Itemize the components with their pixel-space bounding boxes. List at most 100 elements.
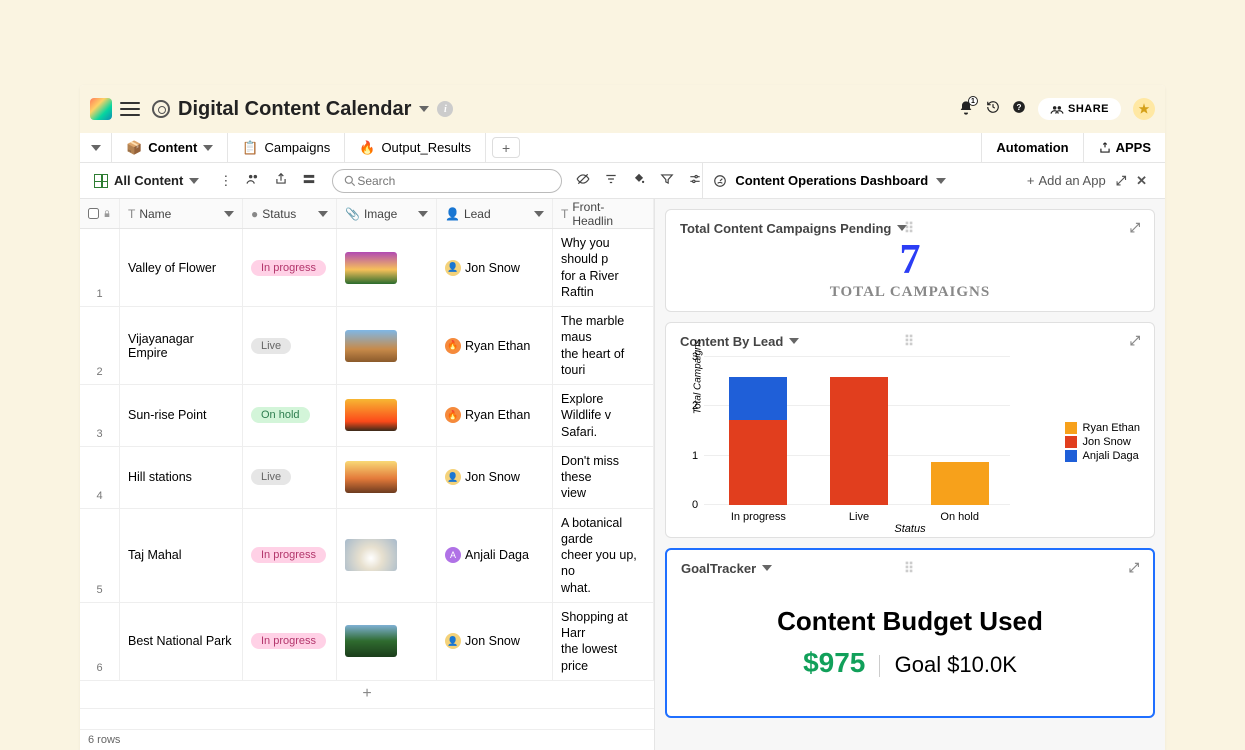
- cell-image[interactable]: [337, 385, 437, 446]
- history-icon[interactable]: [986, 100, 1000, 119]
- cell-name[interactable]: Hill stations: [120, 447, 243, 508]
- cell-headline[interactable]: Don't miss these view: [553, 447, 654, 508]
- cell-lead[interactable]: AAnjali Daga: [437, 509, 553, 602]
- cell-status[interactable]: In progress: [243, 509, 337, 602]
- dashboard-title: Content Operations Dashboard: [735, 173, 928, 188]
- cell-status[interactable]: Live: [243, 447, 337, 508]
- cell-name[interactable]: Taj Mahal: [120, 509, 243, 602]
- chevron-down-icon: [189, 178, 199, 184]
- cell-image[interactable]: [337, 307, 437, 384]
- add-tab-button[interactable]: +: [492, 137, 520, 158]
- drag-icon[interactable]: ⠿: [904, 333, 916, 350]
- total-campaigns-value: 7: [680, 236, 1140, 284]
- apps-button[interactable]: APPS: [1083, 133, 1165, 162]
- automation-button[interactable]: Automation: [981, 133, 1082, 162]
- search-box[interactable]: [332, 169, 562, 193]
- col-name[interactable]: TName: [120, 199, 243, 228]
- bell-icon[interactable]: 1: [958, 100, 974, 118]
- dashboard-panel: Total Content Campaigns Pending ⠿ ⤢ 7 TO…: [655, 199, 1165, 750]
- row-count: 6 rows: [80, 729, 654, 750]
- cell-lead[interactable]: 👤Jon Snow: [437, 603, 553, 680]
- goal-heading: Content Budget Used: [681, 606, 1139, 637]
- table-row[interactable]: 5 Taj Mahal In progress AAnjali Daga A b…: [80, 509, 654, 603]
- table-row[interactable]: 2 Vijayanagar Empire Live 🔥Ryan Ethan Th…: [80, 307, 654, 385]
- grid-icon: [94, 174, 108, 188]
- cell-headline[interactable]: A botanical garde cheer you up, no what.: [553, 509, 654, 602]
- cell-name[interactable]: Best National Park: [120, 603, 243, 680]
- cell-status[interactable]: Live: [243, 307, 337, 384]
- col-headline[interactable]: TFront-Headlin: [553, 199, 654, 228]
- cell-lead[interactable]: 🔥Ryan Ethan: [437, 307, 553, 384]
- drag-icon[interactable]: ⠿: [904, 560, 916, 577]
- card-view-icon[interactable]: [302, 172, 316, 189]
- search-input[interactable]: [357, 174, 551, 188]
- top-toolbar: Digital Content Calendar i 1 ? SHARE: [80, 85, 1165, 133]
- title-chevron-icon[interactable]: [419, 106, 429, 112]
- expand-icon[interactable]: ⤢: [1130, 220, 1140, 236]
- view-picker[interactable]: All Content: [88, 173, 205, 188]
- workspace-icon: [152, 100, 170, 118]
- table-row[interactable]: 4 Hill stations Live 👤Jon Snow Don't mis…: [80, 447, 654, 509]
- expand-icon[interactable]: ⤢: [1129, 560, 1139, 576]
- col-lead[interactable]: 👤Lead: [437, 199, 553, 228]
- col-status[interactable]: ●Status: [243, 199, 337, 228]
- filter-icon[interactable]: [660, 172, 674, 189]
- cell-name[interactable]: Sun-rise Point: [120, 385, 243, 446]
- expand-icon[interactable]: ⤢: [1116, 173, 1126, 189]
- hide-icon[interactable]: [576, 172, 590, 189]
- settings-icon[interactable]: [688, 172, 702, 189]
- tab-expand-icon[interactable]: [80, 133, 112, 162]
- cell-lead[interactable]: 🔥Ryan Ethan: [437, 385, 553, 446]
- table-row[interactable]: 1 Valley of Flower In progress 👤Jon Snow…: [80, 229, 654, 307]
- more-icon[interactable]: ⋮: [219, 173, 232, 189]
- filter2-icon[interactable]: [604, 172, 618, 189]
- cell-headline[interactable]: Why you should p for a River Raftin: [553, 229, 654, 306]
- menu-icon[interactable]: [120, 102, 140, 116]
- data-table: TName ●Status 📎Image 👤Lead TFront-Headli…: [80, 199, 655, 750]
- cell-lead[interactable]: 👤Jon Snow: [437, 447, 553, 508]
- share-button[interactable]: SHARE: [1038, 98, 1121, 120]
- dashboard-icon: [713, 174, 727, 188]
- add-row-button[interactable]: +: [80, 681, 654, 709]
- chevron-down-icon[interactable]: [789, 338, 799, 344]
- help-icon[interactable]: ?: [1012, 100, 1026, 119]
- total-campaigns-label: TOTAL CAMPAIGNS: [680, 284, 1140, 301]
- view-bar: All Content ⋮ Content Operations Dashboa…: [80, 163, 1165, 199]
- cell-headline[interactable]: Explore Wildlife v Safari.: [553, 385, 654, 446]
- cell-name[interactable]: Vijayanagar Empire: [120, 307, 243, 384]
- info-icon[interactable]: i: [437, 101, 453, 117]
- row-number: 6: [80, 603, 120, 680]
- cell-headline[interactable]: The marble maus the heart of touri: [553, 307, 654, 384]
- cell-image[interactable]: [337, 509, 437, 602]
- expand-icon[interactable]: ⤢: [1130, 333, 1140, 349]
- close-icon[interactable]: ✕: [1136, 173, 1147, 189]
- tab-content[interactable]: 📦Content: [112, 133, 228, 162]
- tab-campaigns[interactable]: 📋Campaigns: [228, 133, 345, 162]
- cell-image[interactable]: [337, 603, 437, 680]
- col-checkbox[interactable]: [80, 199, 120, 228]
- user-avatar[interactable]: [1133, 98, 1155, 120]
- card-content-by-lead: Content By Lead ⠿ ⤢ 0123In progressLiveO…: [665, 322, 1155, 538]
- cell-image[interactable]: [337, 447, 437, 508]
- cell-image[interactable]: [337, 229, 437, 306]
- cell-status[interactable]: In progress: [243, 229, 337, 306]
- cell-headline[interactable]: Shopping at Harr the lowest price: [553, 603, 654, 680]
- col-image[interactable]: 📎Image: [337, 199, 437, 228]
- chevron-down-icon[interactable]: [936, 178, 946, 184]
- table-row[interactable]: 6 Best National Park In progress 👤Jon Sn…: [80, 603, 654, 681]
- tab-output_results[interactable]: 🔥Output_Results: [345, 133, 486, 162]
- svg-text:?: ?: [1016, 102, 1021, 111]
- cell-status[interactable]: On hold: [243, 385, 337, 446]
- fill-icon[interactable]: [632, 172, 646, 189]
- chevron-down-icon[interactable]: [762, 565, 772, 571]
- export-icon[interactable]: [274, 172, 288, 189]
- table-row[interactable]: 3 Sun-rise Point On hold 🔥Ryan Ethan Exp…: [80, 385, 654, 447]
- drag-icon[interactable]: ⠿: [904, 220, 916, 237]
- cell-lead[interactable]: 👤Jon Snow: [437, 229, 553, 306]
- row-number: 1: [80, 229, 120, 306]
- row-number: 4: [80, 447, 120, 508]
- add-app-button[interactable]: + Add an App: [1027, 173, 1106, 189]
- cell-status[interactable]: In progress: [243, 603, 337, 680]
- cell-name[interactable]: Valley of Flower: [120, 229, 243, 306]
- people-icon[interactable]: [246, 172, 260, 189]
